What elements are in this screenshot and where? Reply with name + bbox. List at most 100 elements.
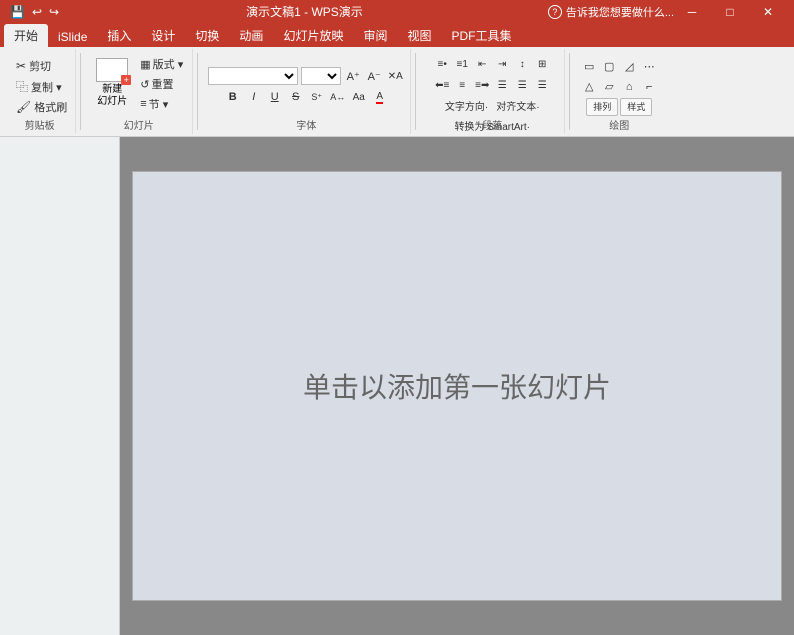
underline-button[interactable]: U [266, 88, 284, 106]
increase-indent-btn[interactable]: ⇥ [493, 55, 511, 73]
slide-icon [96, 58, 128, 82]
diagonal-btn[interactable]: ◿ [620, 58, 638, 76]
paragraph-group: ≡• ≡1 ⇤ ⇥ ↕ ⊞ ⬅≡ ≡ ≡➡ ☰ ☰ ☰ 文字方向· 对齐文本· … [420, 49, 565, 134]
char-spacing-button[interactable]: A↔ [329, 88, 347, 106]
title-bar: 💾 ↩ ↪ 演示文稿1 - WPS演示 ? 告诉我您想要做什么... ─ □ ✕ [0, 0, 794, 23]
strikethrough-button[interactable]: S [287, 88, 305, 106]
number-list-btn[interactable]: ≡1 [453, 55, 471, 73]
more-shapes-btn[interactable]: ⋯ [640, 58, 658, 76]
layout-icon: ▦ [140, 58, 150, 71]
window-title: 演示文稿1 - WPS演示 [61, 3, 548, 20]
format-painter-icon: 🖌 [16, 100, 31, 114]
copy-icon: ⿻ [16, 78, 28, 95]
italic-button[interactable]: I [245, 88, 263, 106]
tab-islide[interactable]: iSlide [48, 27, 97, 47]
slide-panel [0, 137, 120, 635]
tab-view[interactable]: 视图 [397, 24, 441, 47]
clear-format-btn[interactable]: ✕A [386, 67, 404, 85]
list-row: ≡• ≡1 ⇤ ⇥ ↕ ⊞ [433, 55, 551, 73]
clipboard-group: ✂ 剪切 ⿻ 复制 ▾ 🖌 格式刷 剪贴板 [4, 49, 76, 134]
format-painter-button[interactable]: 🖌 格式刷 [14, 98, 69, 116]
line-spacing-btn[interactable]: ↕ [513, 55, 531, 73]
main-area: 单击以添加第一张幻灯片 [0, 137, 794, 635]
bullet-list-btn[interactable]: ≡• [433, 55, 451, 73]
title-left: 💾 ↩ ↪ [8, 5, 61, 19]
ribbon-tabs: 开始 iSlide 插入 设计 切换 动画 幻灯片放映 审阅 视图 PDF工具集 [0, 23, 794, 47]
slides-group-label: 幻灯片 [85, 117, 192, 132]
help-area[interactable]: ? 告诉我您想要做什么... [548, 4, 674, 20]
reset-icon: ↺ [140, 78, 149, 91]
justify-right-btn[interactable]: ☰ [513, 76, 531, 94]
reset-button[interactable]: ↺ 重置 [137, 75, 186, 93]
cut-label: 剪切 [29, 58, 51, 74]
redo-quick-btn[interactable]: ↪ [47, 5, 61, 19]
tab-slideshow[interactable]: 幻灯片放映 [273, 24, 353, 47]
text-direction-row: 文字方向· 对齐文本· [442, 97, 543, 114]
help-text[interactable]: 告诉我您想要做什么... [566, 4, 674, 20]
cut-button[interactable]: ✂ 剪切 [14, 57, 53, 75]
sep3 [415, 53, 416, 130]
close-button[interactable]: ✕ [750, 0, 786, 23]
justify-btn[interactable]: ☰ [493, 76, 511, 94]
paragraph-group-label: 段落 [420, 117, 564, 132]
align-left-btn[interactable]: ⬅≡ [433, 76, 451, 94]
layout-button[interactable]: ▦ 版式 ▾ [137, 55, 186, 73]
tab-home[interactable]: 开始 [4, 24, 48, 47]
save-quick-btn[interactable]: 💾 [8, 5, 27, 19]
rect-shape-btn[interactable]: ▭ [580, 58, 598, 76]
round-rect-btn[interactable]: ▢ [600, 58, 618, 76]
slide-canvas[interactable]: 单击以添加第一张幻灯片 [132, 171, 782, 601]
justify-distribute-btn[interactable]: ☰ [533, 76, 551, 94]
shape-row-2: △ ▱ ⌂ ⌐ [580, 78, 658, 96]
canvas-area: 单击以添加第一张幻灯片 [120, 137, 794, 635]
quick-style-btn[interactable]: 样式 [620, 98, 652, 116]
shadow-button[interactable]: S⁺ [308, 88, 326, 106]
tab-review[interactable]: 审阅 [353, 24, 397, 47]
align-text-btn[interactable]: 对齐文本· [493, 97, 542, 114]
tab-transition[interactable]: 切换 [185, 24, 229, 47]
align-right-btn[interactable]: ≡➡ [473, 76, 491, 94]
tab-insert[interactable]: 插入 [97, 24, 141, 47]
cut-icon: ✂ [16, 59, 26, 73]
tab-animation[interactable]: 动画 [229, 24, 273, 47]
minimize-button[interactable]: ─ [674, 0, 710, 23]
font-name-row: A⁺ A⁻ ✕A [208, 67, 404, 85]
font-name-select[interactable] [208, 67, 298, 85]
slide-placeholder: 单击以添加第一张幻灯片 [303, 366, 611, 406]
font-style-row: B I U S S⁺ A↔ Aa A [224, 88, 389, 106]
increase-font-btn[interactable]: A⁺ [344, 67, 362, 85]
section-button[interactable]: ≡ 节 ▾ [137, 95, 186, 113]
trapezoid-btn[interactable]: ⌂ [620, 78, 638, 96]
copy-label: 复制 ▾ [31, 79, 62, 95]
align-center-btn[interactable]: ≡ [453, 76, 471, 94]
font-color-button[interactable]: A [371, 88, 389, 106]
l-shape-btn[interactable]: ⌐ [640, 78, 658, 96]
arrange-btn[interactable]: 排列 [586, 98, 618, 116]
parallelogram-btn[interactable]: ▱ [600, 78, 618, 96]
reset-label: 重置 [151, 76, 173, 92]
copy-button[interactable]: ⿻ 复制 ▾ [14, 77, 64, 96]
font-group: A⁺ A⁻ ✕A B I U S S⁺ A↔ Aa A 字体 [202, 49, 411, 134]
tab-pdf[interactable]: PDF工具集 [441, 24, 521, 47]
align-row: ⬅≡ ≡ ≡➡ ☰ ☰ ☰ [433, 76, 551, 94]
font-size-aa: Aa [353, 92, 365, 103]
sep1 [80, 53, 81, 130]
triangle-btn[interactable]: △ [580, 78, 598, 96]
maximize-button[interactable]: □ [712, 0, 748, 23]
font-size-select[interactable] [301, 67, 341, 85]
undo-quick-btn[interactable]: ↩ [30, 5, 44, 19]
decrease-font-btn[interactable]: A⁻ [365, 67, 383, 85]
sep2 [197, 53, 198, 130]
new-slide-button[interactable]: 新建幻灯片 [91, 55, 133, 111]
bold-button[interactable]: B [224, 88, 242, 106]
text-direction-btn[interactable]: 文字方向· [442, 97, 491, 114]
section-icon: ≡ [140, 98, 146, 110]
tab-design[interactable]: 设计 [141, 24, 185, 47]
drawing-group-label: 绘图 [574, 117, 664, 132]
layout-label: 版式 ▾ [153, 56, 184, 72]
columns-btn[interactable]: ⊞ [533, 55, 551, 73]
drawing-group: ▭ ▢ ◿ ⋯ △ ▱ ⌂ ⌐ 排列 样式 绘图 [574, 49, 664, 134]
section-label: 节 ▾ [149, 96, 169, 112]
slides-group: 新建幻灯片 ▦ 版式 ▾ ↺ 重置 ≡ 节 ▾ 幻灯片 [85, 49, 193, 134]
decrease-indent-btn[interactable]: ⇤ [473, 55, 491, 73]
